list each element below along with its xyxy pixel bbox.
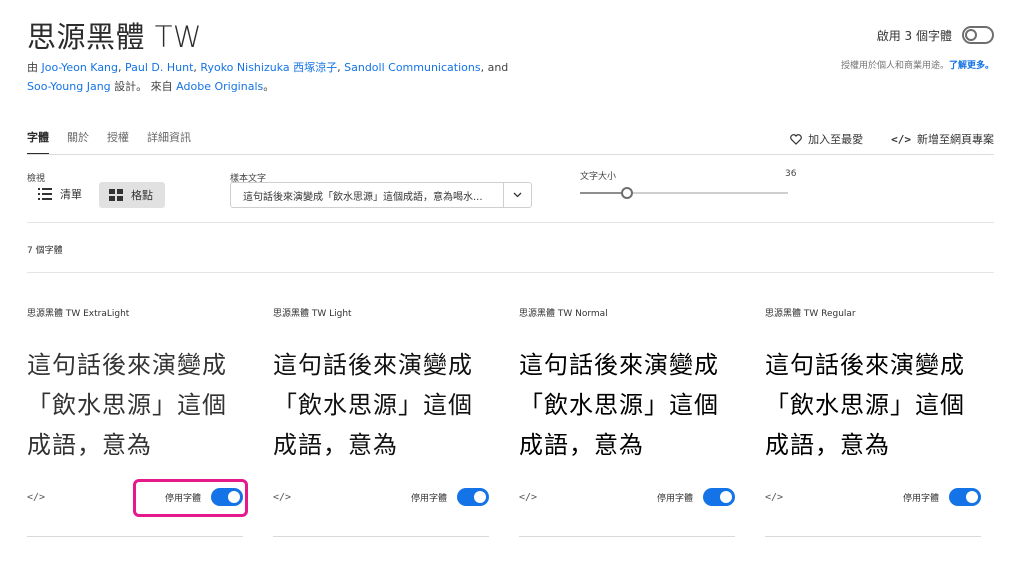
add-to-web-project-button[interactable]: </> 新增至網頁專案 xyxy=(891,131,994,147)
designer-credits: 由 Joo-Yeon Kang, Paul D. Hunt, Ryoko Nis… xyxy=(27,61,509,93)
designer-link-5[interactable]: Soo-Young Jang xyxy=(27,80,111,93)
embed-code-icon[interactable]: </> xyxy=(27,492,45,503)
font-card-name: 思源黑體 TW Light xyxy=(273,309,352,319)
deactivate-control: 停用字體 xyxy=(657,488,735,506)
highlight-annotation xyxy=(133,479,248,517)
embed-code-icon[interactable]: </> xyxy=(765,492,783,503)
font-card-footer: </> 停用字體 xyxy=(519,488,735,506)
tab-license[interactable]: 授權 xyxy=(107,129,129,155)
font-active-toggle[interactable] xyxy=(457,488,489,506)
license-text: 授權用於個人和商業用途。 xyxy=(840,61,949,71)
font-card-footer: </> 停用字體 xyxy=(765,488,981,506)
activate-all-label: 啟用 3 個字體 xyxy=(876,28,952,43)
toggle-knob xyxy=(966,491,978,503)
sample-text-value[interactable]: 這句話後來演變成「飲水思源」這個成語，意為喝水... xyxy=(231,188,503,203)
sample-dropdown-button[interactable] xyxy=(503,183,531,207)
text-size-value: 36 xyxy=(785,169,797,179)
text-size-label: 文字大小 xyxy=(580,172,617,182)
toggle-knob xyxy=(720,491,732,503)
deactivate-control: 停用字體 xyxy=(903,488,981,506)
card-divider xyxy=(27,536,243,537)
foundry-link[interactable]: Adobe Originals xyxy=(176,80,263,93)
add-to-favorites-label: 加入至最愛 xyxy=(808,133,864,146)
font-card-sample: 這句話後來演變成「飲水思源」這個成語，意為 xyxy=(765,351,965,459)
credits-design: 設計。 來自 xyxy=(114,80,173,93)
designer-link-3[interactable]: Ryoko Nishizuka 西塚涼子 xyxy=(200,61,337,74)
tab-bar: 字體 關於 授權 詳細資訊 xyxy=(27,129,191,155)
view-grid-button[interactable]: 格點 xyxy=(99,182,165,208)
tab-about[interactable]: 關於 xyxy=(67,129,89,155)
activate-all-control: 啟用 3 個字體 xyxy=(877,26,994,44)
font-card-name: 思源黑體 TW Normal xyxy=(519,309,608,319)
embed-code-icon[interactable]: </> xyxy=(273,492,291,503)
deactivate-label: 停用字體 xyxy=(656,493,693,504)
font-card: 思源黑體 TW ExtraLight 這句話後來演變成「飲水思源」這個成語，意為… xyxy=(27,306,243,537)
designer-link-4[interactable]: Sandoll Communications xyxy=(344,61,480,74)
sample-text-select[interactable]: 這句話後來演變成「飲水思源」這個成語，意為喝水... xyxy=(230,182,532,208)
grid-icon xyxy=(109,189,123,201)
card-divider xyxy=(765,536,981,537)
view-grid-label: 格點 xyxy=(131,189,153,202)
text-size-slider-fill xyxy=(580,192,627,194)
card-divider xyxy=(273,536,489,537)
toggle-knob xyxy=(474,491,486,503)
view-list-label: 清單 xyxy=(60,188,82,201)
embed-code-icon[interactable]: </> xyxy=(519,492,537,503)
credits-and: and xyxy=(487,61,509,74)
tab-details[interactable]: 詳細資訊 xyxy=(147,129,191,155)
credits-prefix: 由 xyxy=(27,61,38,74)
designer-link-1[interactable]: Joo-Yeon Kang xyxy=(42,61,119,74)
text-size-slider-thumb[interactable] xyxy=(621,187,633,199)
designer-link-2[interactable]: Paul D. Hunt xyxy=(125,61,193,74)
font-card-name: 思源黑體 TW ExtraLight xyxy=(27,309,130,319)
toggle-knob xyxy=(965,29,977,41)
controls-divider xyxy=(27,222,994,223)
activate-all-toggle[interactable] xyxy=(962,26,994,44)
page-actions: 加入至最愛 </> 新增至網頁專案 xyxy=(790,131,994,147)
font-card: 思源黑體 TW Regular 這句話後來演變成「飲水思源」這個成語，意為 </… xyxy=(765,306,981,537)
font-card: 思源黑體 TW Light 這句話後來演變成「飲水思源」這個成語，意為 </> … xyxy=(273,306,489,537)
font-count: 7 個字體 xyxy=(27,246,63,256)
font-card-sample: 這句話後來演變成「飲水思源」這個成語，意為 xyxy=(519,351,719,459)
font-card-sample: 這句話後來演變成「飲水思源」這個成語，意為 xyxy=(273,351,473,459)
card-divider xyxy=(519,536,735,537)
deactivate-control: 停用字體 xyxy=(411,488,489,506)
page-title: 思源黑體 TW xyxy=(27,20,203,54)
deactivate-label: 停用字體 xyxy=(410,493,447,504)
tabs-divider xyxy=(27,154,994,155)
view-label: 檢視 xyxy=(27,174,46,184)
font-card-footer: </> 停用字體 xyxy=(273,488,489,506)
font-active-toggle[interactable] xyxy=(703,488,735,506)
font-active-toggle[interactable] xyxy=(949,488,981,506)
license-note: 授權用於個人和商業用途。了解更多。 xyxy=(841,58,994,71)
heart-icon xyxy=(790,133,802,145)
font-card: 思源黑體 TW Normal 這句話後來演變成「飲水思源」這個成語，意為 </>… xyxy=(519,306,735,537)
view-list-button[interactable]: 清單 xyxy=(38,186,82,202)
chevron-down-icon xyxy=(513,192,522,198)
credits-end: 。 xyxy=(263,80,275,93)
license-more-link[interactable]: 了解更多。 xyxy=(949,61,994,71)
deactivate-label: 停用字體 xyxy=(902,493,939,504)
font-card-sample: 這句話後來演變成「飲水思源」這個成語，意為 xyxy=(27,351,227,459)
font-card-name: 思源黑體 TW Regular xyxy=(765,309,856,319)
add-to-web-project-label: 新增至網頁專案 xyxy=(917,133,994,146)
code-icon: </> xyxy=(891,132,911,146)
add-to-favorites-button[interactable]: 加入至最愛 xyxy=(790,131,863,147)
tab-fonts[interactable]: 字體 xyxy=(27,129,49,155)
list-icon xyxy=(38,188,52,200)
count-divider xyxy=(27,272,994,273)
